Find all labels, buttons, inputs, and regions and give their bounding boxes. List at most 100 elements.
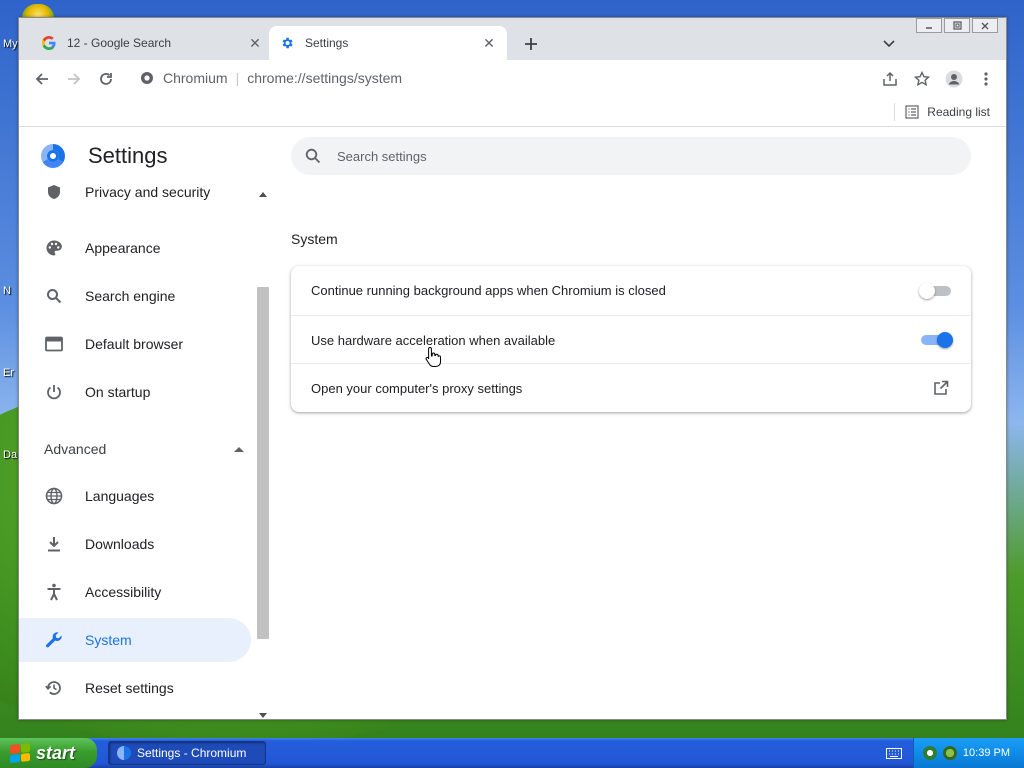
bookmarks-bar: Reading list [19,97,1006,127]
sidebar-item-system[interactable]: System [19,618,251,662]
close-icon [981,22,989,29]
tab-strip: 12 - Google Search ✕ Settings ✕ [19,18,1006,60]
avatar-icon [945,70,963,88]
minimize-icon [926,26,932,29]
desktop-icon-label[interactable]: N [3,285,11,297]
taskbar-item-chromium[interactable]: Settings - Chromium [108,741,266,765]
desktop-icon-label[interactable]: My [3,38,18,50]
search-settings-input[interactable]: Search settings [291,137,971,175]
search-icon [305,148,323,164]
setting-label: Open your computer's proxy settings [311,380,523,396]
google-icon [41,35,57,51]
desktop-icon-label[interactable]: Er [3,367,14,379]
keyboard-icon[interactable] [886,746,902,760]
background-apps-row[interactable]: Continue running background apps when Ch… [291,266,971,315]
desktop-icon[interactable] [22,4,54,18]
close-window-button[interactable] [972,18,998,33]
clock[interactable]: 10:39 PM [963,747,1010,759]
proxy-settings-row[interactable]: Open your computer's proxy settings [291,363,971,412]
advanced-label: Advanced [44,441,107,457]
restore-button[interactable] [944,18,970,33]
chromium-icon [139,70,155,86]
hand-cursor-icon [425,346,441,367]
back-button[interactable] [26,63,58,95]
chromium-logo [41,144,65,168]
sidebar-item-label: Reset settings [85,680,174,696]
tab-search-button[interactable] [877,32,901,56]
tab-title: 12 - Google Search [67,36,172,50]
chromium-icon [117,746,131,760]
sidebar-item-languages[interactable]: Languages [19,474,251,518]
tab-settings[interactable]: Settings ✕ [269,26,507,60]
setting-label: Use hardware acceleration when available [311,332,556,348]
scroll-up-arrow[interactable] [259,192,267,197]
sidebar-item-appearance[interactable]: Appearance [19,226,251,270]
divider [894,103,896,121]
toggle-knob [937,332,953,348]
setting-label: Continue running background apps when Ch… [311,283,666,298]
hardware-acceleration-row[interactable]: Use hardware acceleration when available [291,315,971,364]
browser-window-icon [44,334,64,354]
close-tab-icon[interactable]: ✕ [247,35,263,51]
network-icon[interactable] [942,746,957,760]
url-scheme: chrome:// [247,70,306,86]
shield-icon [44,184,64,202]
browser-window: 12 - Google Search ✕ Settings ✕ Chromium… [18,17,1007,720]
url-path: settings/system [305,70,403,86]
power-icon [44,382,64,402]
sidebar-item-accessibility[interactable]: Accessibility [19,570,251,614]
reading-list-button[interactable]: Reading list [894,101,990,123]
sidebar-scrollbar[interactable] [256,188,270,719]
background-apps-toggle[interactable] [919,282,951,299]
restore-icon [952,21,962,30]
wrench-icon [44,630,64,650]
reload-button[interactable] [90,63,122,95]
page-title: Settings [88,143,168,168]
search-placeholder: Search settings [337,148,427,164]
share-button[interactable] [874,63,906,95]
menu-button[interactable] [970,63,1002,95]
download-icon [44,534,64,554]
sidebar-item-label: Accessibility [85,584,162,600]
profile-button[interactable] [938,63,970,95]
windows-logo-icon [10,742,30,764]
security-shield-icon[interactable] [922,746,937,760]
globe-icon [44,486,64,506]
section-title: System [291,231,338,247]
start-button[interactable]: start [0,738,97,768]
share-icon [883,71,897,86]
sidebar-item-on-startup[interactable]: On startup [19,370,251,414]
sidebar-item-label: Languages [85,488,155,504]
scrollbar-thumb[interactable] [257,287,269,639]
sidebar-item-default-browser[interactable]: Default browser [19,322,251,366]
tab-google-search[interactable]: 12 - Google Search ✕ [31,26,273,60]
sidebar-item-privacy[interactable]: Privacy and security [19,184,251,214]
sidebar-item-label: Downloads [85,536,155,552]
tab-title: Settings [305,36,349,50]
open-in-new-icon[interactable] [931,378,951,398]
settings-header: Settings Search settings [19,128,1006,184]
sidebar-item-label: On startup [85,384,151,400]
sidebar-item-downloads[interactable]: Downloads [19,522,251,566]
desktop-icon-label[interactable]: Da [3,449,17,461]
forward-button[interactable] [58,63,90,95]
accessibility-icon [44,582,64,602]
system-settings-card: Continue running background apps when Ch… [291,266,971,412]
url-separator: | [235,70,240,86]
new-tab-button[interactable] [519,32,543,56]
sidebar-item-search-engine[interactable]: Search engine [19,274,251,318]
search-icon [44,286,64,306]
minimize-button[interactable] [916,18,942,33]
close-tab-icon[interactable]: ✕ [481,35,497,51]
system-tray: 10:39 PM [913,738,1024,768]
sidebar-item-label: System [85,632,132,648]
hardware-acceleration-toggle[interactable] [921,332,953,348]
advanced-section-toggle[interactable]: Advanced [44,434,244,464]
taskbar-item-label: Settings - Chromium [137,746,247,760]
sidebar-item-reset-settings[interactable]: Reset settings [19,666,251,710]
reading-list-label: Reading list [927,105,990,119]
bookmark-star-button[interactable] [906,63,938,95]
address-bar[interactable]: Chromium | chrome://settings/system [131,63,933,93]
settings-sidebar: Privacy and security Appearance Search e… [19,184,269,719]
scroll-down-arrow[interactable] [259,713,267,718]
